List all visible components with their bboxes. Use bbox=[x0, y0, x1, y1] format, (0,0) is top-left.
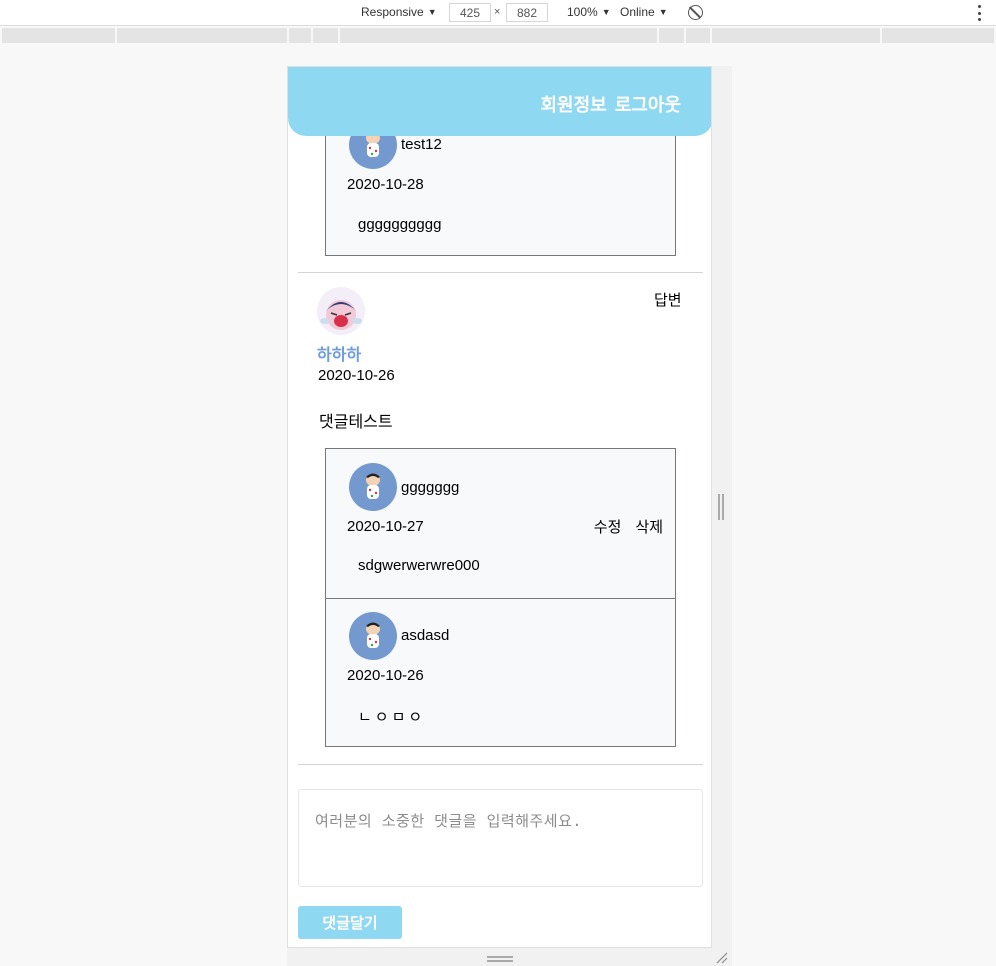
devtools-toolbar: Responsive ▼ 425 × 882 100% ▼ Online ▼ bbox=[0, 0, 996, 26]
reply-item: ggggggg 2020-10-27 수정 삭제 sdgwerwerwre000 bbox=[326, 449, 675, 598]
media-query-segment[interactable] bbox=[712, 28, 880, 43]
reply-date: 2020-10-26 bbox=[347, 667, 424, 684]
emulated-viewport: 회원정보 로그아웃 test12 2020-10-28 gggggggggg 하… bbox=[287, 66, 712, 948]
comment-input[interactable] bbox=[298, 789, 703, 887]
media-query-segment[interactable] bbox=[686, 28, 710, 43]
character-icon bbox=[366, 473, 380, 499]
zoom-select-label: 100% bbox=[567, 5, 598, 19]
rotate-icon[interactable] bbox=[688, 5, 703, 20]
reply-button[interactable]: 답변 bbox=[654, 289, 682, 310]
member-info-link[interactable]: 회원정보 bbox=[541, 91, 607, 117]
avatar bbox=[349, 612, 397, 660]
chevron-down-icon: ▼ bbox=[601, 7, 611, 17]
reply-date: 2020-10-27 bbox=[347, 518, 424, 535]
chevron-down-icon: ▼ bbox=[658, 7, 668, 17]
reply-author: asdasd bbox=[401, 627, 450, 644]
site-header: 회원정보 로그아웃 bbox=[288, 67, 711, 136]
times-icon: × bbox=[494, 6, 501, 18]
media-query-segment[interactable] bbox=[117, 28, 287, 43]
media-query-segment[interactable] bbox=[313, 28, 338, 43]
chevron-down-icon: ▼ bbox=[427, 7, 437, 17]
resize-corner-icon[interactable] bbox=[716, 952, 728, 964]
reply-date: 2020-10-28 bbox=[347, 176, 424, 193]
network-select[interactable]: Online ▼ bbox=[620, 5, 668, 19]
character-icon bbox=[366, 622, 380, 648]
edit-button[interactable]: 수정 bbox=[594, 516, 622, 537]
logout-link[interactable]: 로그아웃 bbox=[615, 91, 681, 117]
media-query-segment[interactable] bbox=[659, 28, 684, 43]
header-nav: 회원정보 로그아웃 bbox=[541, 91, 682, 117]
media-query-segment[interactable] bbox=[882, 28, 994, 43]
device-select[interactable]: Responsive ▼ bbox=[361, 5, 437, 19]
height-input[interactable]: 882 bbox=[506, 3, 548, 22]
submit-comment-button[interactable]: 댓글달기 bbox=[298, 906, 402, 939]
grip-icon bbox=[718, 494, 724, 520]
avatar bbox=[317, 287, 365, 335]
comment-author: 하하하 bbox=[317, 347, 362, 364]
reply-actions: 수정 삭제 bbox=[594, 516, 663, 537]
media-query-segment[interactable] bbox=[340, 28, 657, 43]
reply-text: sdgwerwerwre000 bbox=[358, 557, 480, 574]
media-query-segment[interactable] bbox=[289, 28, 311, 43]
comment-text: 댓글테스트 bbox=[319, 414, 393, 431]
crying-character-icon bbox=[320, 300, 362, 330]
device-select-label: Responsive bbox=[361, 5, 424, 19]
reply-author: test12 bbox=[401, 136, 442, 153]
reply-text: ㄴㅇㅁㅇ bbox=[358, 709, 426, 726]
media-query-bar bbox=[0, 27, 996, 43]
divider bbox=[298, 764, 703, 765]
delete-button[interactable]: 삭제 bbox=[635, 516, 663, 537]
reply-text: gggggggggg bbox=[358, 216, 442, 233]
divider bbox=[298, 272, 703, 273]
more-options-icon[interactable] bbox=[977, 5, 981, 21]
media-query-segment[interactable] bbox=[2, 28, 115, 43]
reply-author: ggggggg bbox=[401, 479, 460, 496]
grip-icon bbox=[487, 956, 513, 962]
reply-box: ggggggg 2020-10-27 수정 삭제 sdgwerwerwre000… bbox=[325, 448, 676, 747]
avatar bbox=[349, 463, 397, 511]
network-select-label: Online bbox=[620, 5, 655, 19]
width-input[interactable]: 425 bbox=[449, 3, 491, 22]
reply-item: asdasd 2020-10-26 ㄴㅇㅁㅇ bbox=[326, 598, 675, 746]
comment-date: 2020-10-26 bbox=[318, 367, 395, 384]
zoom-select[interactable]: 100% ▼ bbox=[567, 5, 611, 19]
